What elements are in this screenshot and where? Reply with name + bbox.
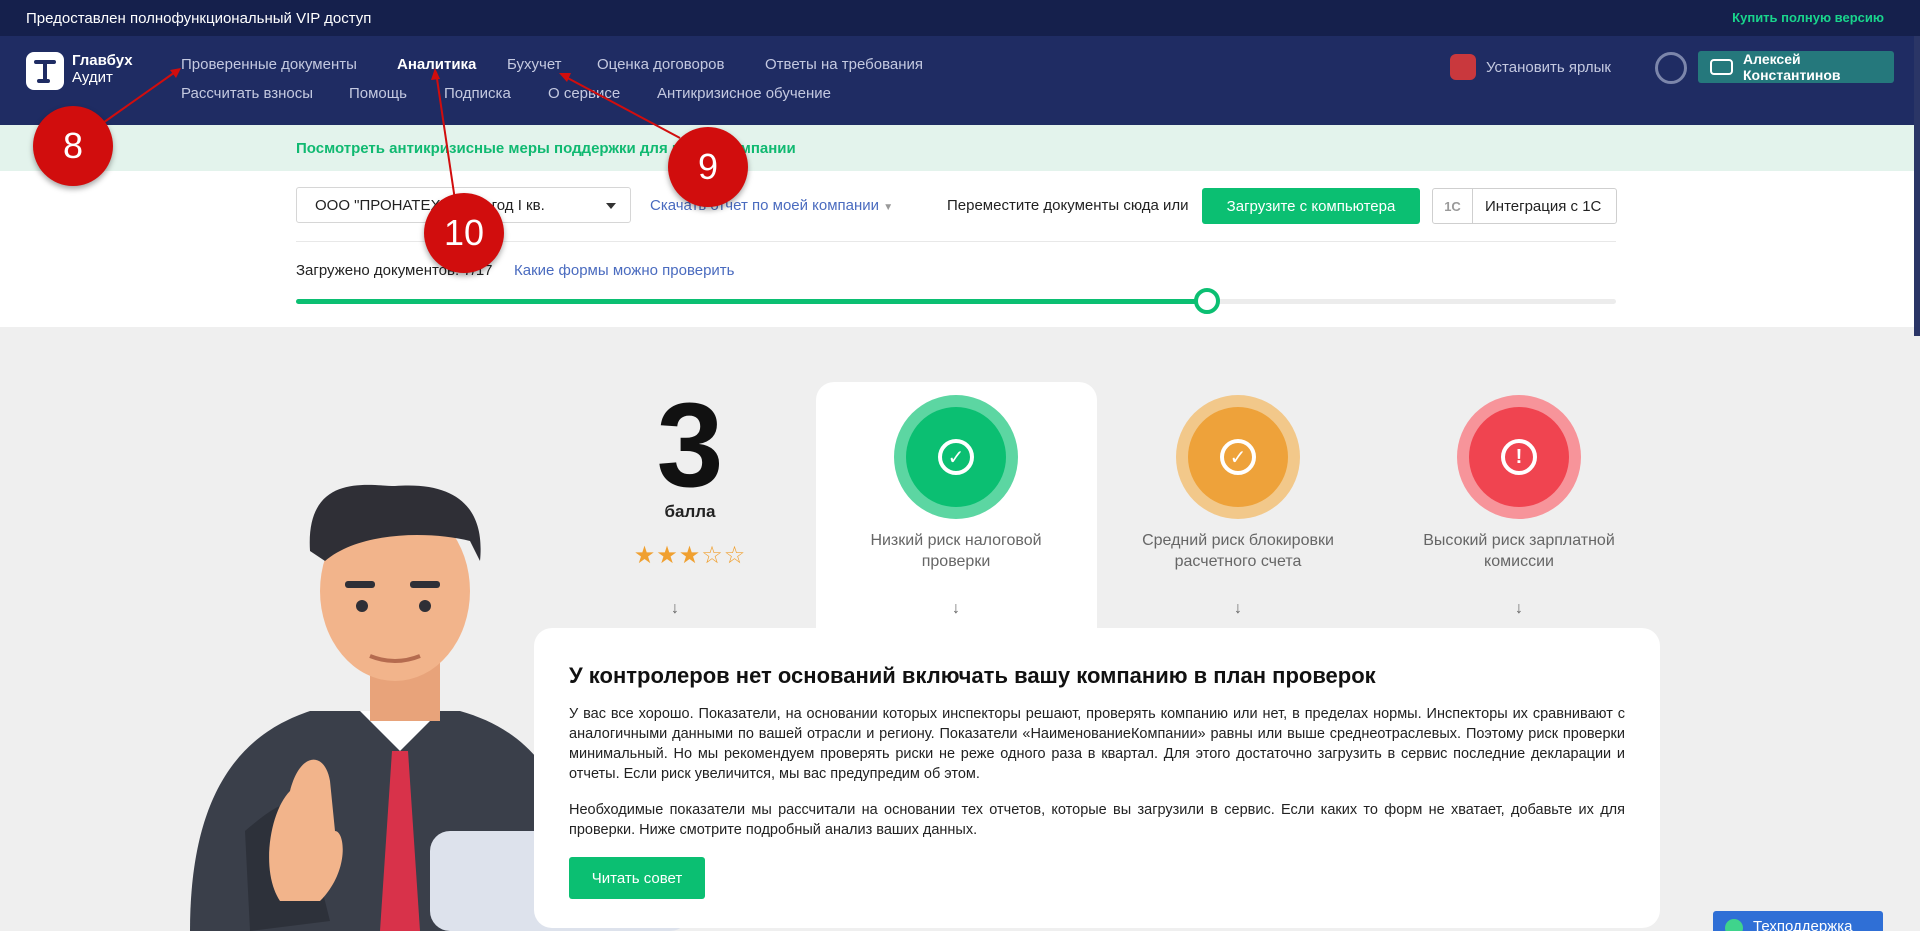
annotation-marker-10: 10	[424, 193, 504, 273]
annotation-arrows	[99, 68, 681, 201]
arrowhead-icon	[559, 73, 571, 82]
arrowhead-icon	[431, 68, 440, 80]
annotation-marker-8: 8	[33, 106, 113, 186]
annotation-marker-9: 9	[668, 127, 748, 207]
arrowhead-icon	[170, 68, 181, 78]
